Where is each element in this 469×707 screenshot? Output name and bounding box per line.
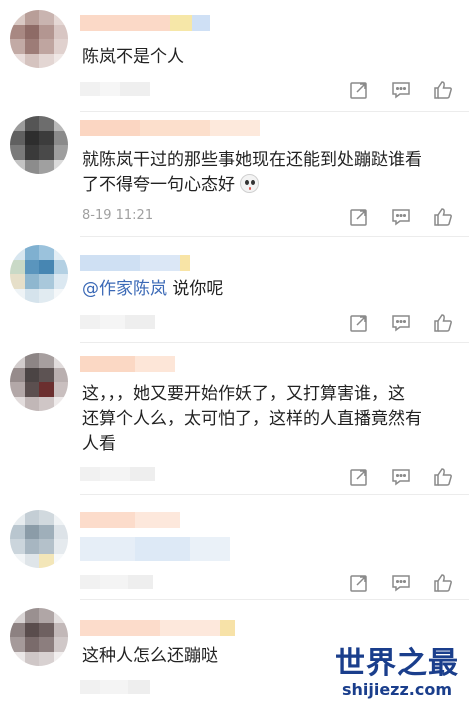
forward-icon[interactable]	[349, 80, 369, 100]
comment-item: 这种人怎么还蹦哒 世界之最 shijiezz.com	[0, 600, 469, 707]
watermark-title: 世界之最	[335, 646, 459, 681]
username-blurred[interactable]	[80, 512, 180, 528]
meta-blurred	[80, 82, 150, 96]
comment-item: 陈岚不是个人	[0, 0, 469, 112]
comment-actions	[349, 573, 453, 593]
comment-text-line: 就陈岚干过的那些事她现在还能到处蹦跶谁看	[82, 150, 422, 170]
comment-icon[interactable]	[391, 573, 411, 593]
forward-icon[interactable]	[349, 573, 369, 593]
thumbs-up-icon[interactable]	[433, 573, 453, 593]
comment-icon[interactable]	[391, 313, 411, 333]
meta-blurred	[80, 467, 155, 481]
forward-icon[interactable]	[349, 313, 369, 333]
meta-blurred	[80, 315, 155, 329]
comment-text-line: 还算个人么，太可怕了，这样的人直播竟然有	[82, 409, 422, 429]
comment-text-body: 说你呢	[167, 279, 224, 299]
thumbs-up-icon[interactable]	[433, 80, 453, 100]
watermark-url: shijiezz.com	[341, 680, 453, 699]
mention-link[interactable]: @作家陈岚	[82, 279, 167, 299]
meta-blurred	[80, 680, 150, 694]
site-watermark: 世界之最 shijiezz.com	[335, 647, 459, 699]
comment-actions	[349, 467, 453, 487]
forward-icon[interactable]	[349, 467, 369, 487]
comment-item: 这，，，她又要开始作妖了，又打算害谁，这 还算个人么，太可怕了，这样的人直播竟然…	[0, 343, 469, 495]
forward-icon[interactable]	[349, 207, 369, 227]
username-blurred[interactable]	[80, 620, 235, 636]
timestamp: 8-19 11:21	[82, 208, 154, 223]
comment-text: @作家陈岚 说你呢	[82, 277, 455, 302]
comment-text: 这，，，她又要开始作妖了，又打算害谁，这 还算个人么，太可怕了，这样的人直播竟然…	[82, 382, 455, 457]
meta-blurred	[80, 575, 153, 589]
comment-text-line: 了不得夸一句心态好	[82, 173, 455, 198]
thumbs-up-icon[interactable]	[433, 467, 453, 487]
comment-actions	[349, 207, 453, 227]
comment-text-line: 这，，，她又要开始作妖了，又打算害谁，这	[82, 384, 405, 404]
username-blurred[interactable]	[80, 356, 175, 372]
thumbs-up-icon[interactable]	[433, 207, 453, 227]
comment-text-line: 人看	[82, 434, 116, 454]
comment-item: 就陈岚干过的那些事她现在还能到处蹦跶谁看 了不得夸一句心态好 8-19 11:2…	[0, 112, 469, 237]
thumbs-up-icon[interactable]	[433, 313, 453, 333]
comment-icon[interactable]	[391, 467, 411, 487]
username-blurred[interactable]	[80, 120, 260, 136]
comment-item: @作家陈岚 说你呢	[0, 237, 469, 343]
shocked-face-emoji-icon	[240, 174, 260, 193]
comment-actions	[349, 80, 453, 100]
avatar[interactable]	[10, 510, 68, 568]
comment-text: 陈岚不是个人	[82, 47, 184, 67]
comment-actions	[349, 313, 453, 333]
avatar[interactable]	[10, 608, 68, 666]
comment-icon[interactable]	[391, 80, 411, 100]
comment-item	[0, 495, 469, 600]
content-blurred	[80, 537, 230, 561]
comment-text: 就陈岚干过的那些事她现在还能到处蹦跶谁看 了不得夸一句心态好	[82, 148, 455, 198]
avatar[interactable]	[10, 353, 68, 411]
avatar[interactable]	[10, 10, 68, 68]
comment-icon[interactable]	[391, 207, 411, 227]
username-blurred[interactable]	[80, 15, 210, 31]
avatar[interactable]	[10, 116, 68, 174]
username-blurred[interactable]	[80, 255, 190, 271]
avatar[interactable]	[10, 245, 68, 303]
